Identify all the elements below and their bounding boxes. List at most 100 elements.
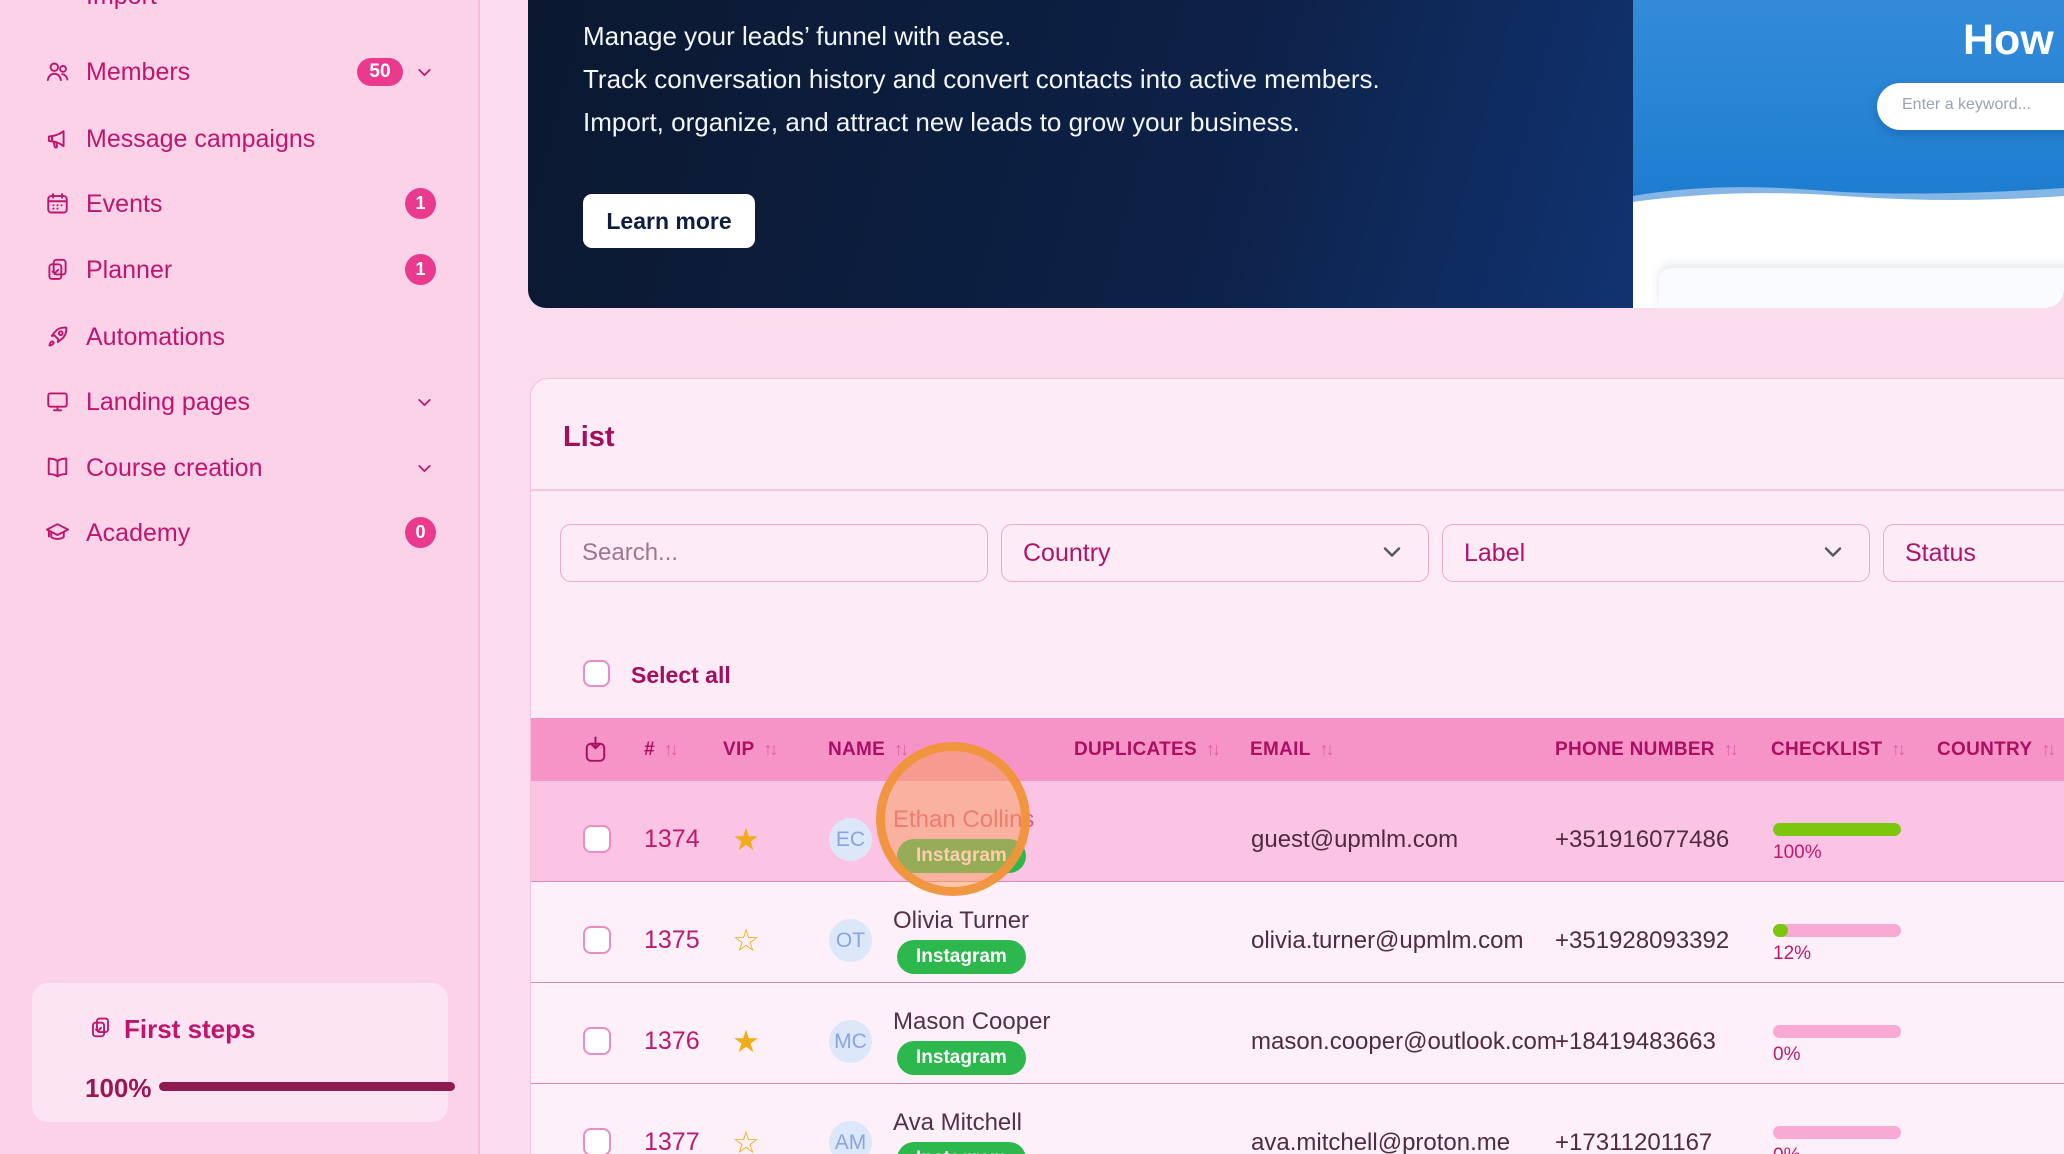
search-input[interactable]: [561, 525, 987, 581]
first-steps-progress-bar: [159, 1082, 455, 1091]
checklist-progress-bar: [1773, 1025, 1901, 1038]
monitor-icon: [44, 388, 71, 415]
sort-icon: ↑↓: [664, 739, 676, 760]
sidebar-item-automations[interactable]: Automations: [0, 320, 480, 354]
vip-star-icon[interactable]: ★: [726, 1024, 766, 1060]
checklist-percent: 0%: [1773, 1145, 1800, 1154]
banner-line: Track conversation history and convert c…: [583, 58, 1380, 101]
sidebar-item-members[interactable]: Members 50: [0, 55, 480, 89]
member-email: guest@upmlm.com: [1251, 826, 1458, 854]
member-phone: +18419483663: [1555, 1028, 1716, 1056]
sort-icon: ↑↓: [1891, 739, 1903, 760]
sidebar-item-course-creation[interactable]: Course creation: [0, 451, 480, 485]
vip-star-icon[interactable]: ★: [726, 822, 766, 858]
sidebar-item-events[interactable]: Events 1: [0, 187, 480, 221]
column-header-checklist[interactable]: CHECKLIST↑↓: [1771, 718, 1903, 781]
member-email: ava.mitchell@proton.me: [1251, 1129, 1510, 1154]
checklist-percent: 100%: [1773, 842, 1822, 864]
member-email: olivia.turner@upmlm.com: [1251, 927, 1523, 955]
planner-count-badge: 1: [405, 254, 436, 285]
table-row[interactable]: 1376 ★ MC Mason Cooper Instagram mason.c…: [531, 983, 2064, 1084]
banner-line: Manage your leads’ funnel with ease.: [583, 15, 1380, 58]
sort-icon: ↑↓: [1724, 739, 1736, 760]
members-count-badge: 50: [357, 58, 403, 86]
members-icon: [44, 58, 71, 85]
learn-more-button[interactable]: Learn more: [583, 194, 755, 248]
country-filter-dropdown[interactable]: Country: [1001, 524, 1429, 582]
checklist-percent: 12%: [1773, 943, 1811, 965]
source-label-badge: Instagram: [897, 1041, 1026, 1075]
column-header-id[interactable]: #↑↓: [644, 718, 676, 781]
member-phone: +351916077486: [1555, 826, 1729, 854]
column-header-email[interactable]: EMAIL↑↓: [1250, 718, 1332, 781]
megaphone-icon: [44, 125, 71, 152]
banner-text: Manage your leads’ funnel with ease. Tra…: [583, 15, 1380, 144]
checklist-progress-bar: [1773, 924, 1901, 937]
sort-icon: ↑↓: [894, 739, 906, 760]
help-center-search-placeholder: Enter a keyword...: [1902, 96, 2031, 114]
avatar: MC: [829, 1020, 872, 1063]
row-checkbox[interactable]: [583, 926, 611, 954]
member-name[interactable]: Mason Cooper: [893, 1008, 1050, 1036]
sidebar-item-planner[interactable]: Planner 1: [0, 253, 480, 287]
sidebar: Import Members 50 Message campaigns Even…: [0, 0, 480, 1154]
sidebar-item-landing-pages[interactable]: Landing pages: [0, 385, 480, 419]
member-email: mason.cooper@outlook.com: [1251, 1028, 1557, 1056]
table-row[interactable]: 1374 ★ EC Ethan Collins Instagram guest@…: [531, 781, 2064, 882]
banner-line: Import, organize, and attract new leads …: [583, 101, 1380, 144]
sidebar-item-message-campaigns[interactable]: Message campaigns: [0, 122, 480, 156]
sort-icon: ↑↓: [764, 739, 776, 760]
row-id: 1375: [644, 926, 700, 955]
row-checkbox[interactable]: [583, 1027, 611, 1055]
select-all-checkbox[interactable]: [583, 660, 610, 687]
vip-star-icon[interactable]: ☆: [726, 1125, 766, 1154]
column-header-duplicates[interactable]: DUPLICATES↑↓: [1074, 718, 1218, 781]
member-name[interactable]: Olivia Turner: [893, 907, 1029, 935]
sort-icon: ↑↓: [1206, 739, 1218, 760]
source-label-badge: Instagram: [897, 940, 1026, 974]
checklist-percent: 0%: [1773, 1044, 1800, 1066]
sidebar-item-academy[interactable]: Academy 0: [0, 516, 480, 550]
status-filter-dropdown[interactable]: Status: [1883, 524, 2064, 582]
promo-banner: Manage your leads’ funnel with ease. Tra…: [528, 0, 2064, 308]
help-center-preview-image: How C Enter a keyword...: [1633, 0, 2064, 308]
row-checkbox[interactable]: [583, 1128, 611, 1154]
divider: [531, 489, 2064, 491]
member-name[interactable]: Ethan Collins: [893, 806, 1034, 834]
table-row[interactable]: 1377 ☆ AM Ava Mitchell Instagram ava.mit…: [531, 1084, 2064, 1154]
row-id: 1376: [644, 1027, 700, 1056]
page-title: List: [563, 421, 615, 454]
avatar: OT: [829, 919, 872, 962]
column-header-vip[interactable]: VIP↑↓: [723, 718, 776, 781]
help-center-search-box: Enter a keyword...: [1877, 83, 2064, 130]
table-row[interactable]: 1375 ☆ OT Olivia Turner Instagram olivia…: [531, 882, 2064, 983]
column-header-country[interactable]: COUNTRY↑↓: [1937, 718, 2053, 781]
column-header-name[interactable]: NAME↑↓: [828, 718, 906, 781]
first-steps-percent: 100%: [85, 1073, 152, 1104]
table-header: #↑↓ VIP↑↓ NAME↑↓ DUPLICATES↑↓ EMAIL↑↓ PH…: [531, 718, 2064, 781]
column-header-phone[interactable]: PHONE NUMBER↑↓: [1555, 718, 1736, 781]
first-steps-card[interactable]: First steps 100%: [32, 983, 448, 1122]
checklist-progress-bar: [1773, 823, 1901, 836]
rocket-icon: [44, 323, 71, 350]
chevron-down-icon[interactable]: [414, 458, 435, 479]
chevron-down-icon[interactable]: [414, 62, 435, 83]
row-checkbox[interactable]: [583, 825, 611, 853]
book-icon: [44, 454, 71, 481]
source-label-badge: Instagram: [897, 839, 1026, 873]
graduation-cap-icon: [44, 519, 71, 546]
vip-star-icon[interactable]: ☆: [726, 923, 766, 959]
chevron-down-icon: [1382, 545, 1402, 559]
sidebar-item-import[interactable]: Import: [86, 0, 157, 11]
preview-card: [1659, 268, 2064, 308]
sort-icon: ↑↓: [2041, 739, 2053, 760]
member-name[interactable]: Ava Mitchell: [893, 1109, 1022, 1137]
chevron-down-icon[interactable]: [414, 392, 435, 413]
academy-count-badge: 0: [405, 517, 436, 548]
table-body: 1374 ★ EC Ethan Collins Instagram guest@…: [531, 781, 2064, 1154]
clipboard-check-icon: [88, 1015, 113, 1040]
export-icon[interactable]: [583, 735, 608, 765]
clipboard-check-icon: [44, 256, 71, 283]
label-filter-dropdown[interactable]: Label: [1442, 524, 1870, 582]
events-count-badge: 1: [405, 188, 436, 219]
